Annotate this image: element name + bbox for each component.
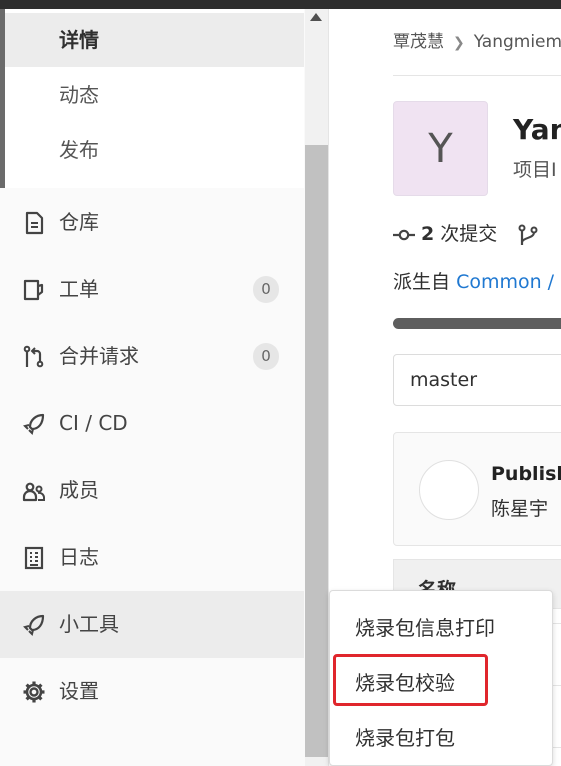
branch-select[interactable]: master [393, 354, 561, 406]
forked-from-label: 派生自 [393, 271, 451, 293]
sidebar-item-label: 合并请求 [59, 344, 139, 368]
project-id-label: 项目I [513, 159, 557, 181]
users-icon [22, 482, 45, 502]
log-icon [24, 546, 44, 570]
scroll-up-arrow-icon[interactable] [310, 13, 322, 21]
sidebar-item-merge-requests[interactable]: 合并请求 0 [0, 323, 304, 390]
sidebar-item-label: 日志 [59, 545, 99, 569]
rocket-icon [23, 614, 45, 636]
project-sub-nav: 详情 动态 发布 [0, 9, 304, 188]
sidebar-item-ci-cd[interactable]: CI / CD [0, 390, 304, 457]
gear-icon [23, 681, 45, 703]
forked-from: 派生自 Common / [393, 267, 554, 294]
breadcrumb-project[interactable]: Yangmiem [474, 32, 561, 52]
breadcrumb: 覃茂慧 ❯ Yangmiem [393, 27, 561, 52]
highlight-box [333, 654, 488, 706]
sidebar-item-repository[interactable]: 仓库 [0, 189, 304, 256]
chevron-right-icon: ❯ [453, 35, 465, 51]
commit-title[interactable]: Publish [491, 463, 561, 485]
sub-nav-activity[interactable]: 动态 [5, 68, 304, 122]
sidebar-scrollbar-thumb[interactable] [305, 145, 328, 757]
document-icon [25, 211, 44, 235]
sidebar-item-label: 小工具 [59, 612, 119, 636]
issues-count-badge: 0 [253, 276, 279, 303]
sidebar-item-log[interactable]: 日志 [0, 524, 304, 591]
sidebar-item-members[interactable]: 成员 [0, 457, 304, 524]
commit-author-avatar[interactable] [419, 460, 479, 520]
project-stats: 2 次提交 [393, 219, 539, 246]
menu-item-burn-package-info-print[interactable]: 烧录包信息打印 [355, 612, 495, 641]
sidebar-item-settings[interactable]: 设置 [0, 658, 304, 725]
top-bar [0, 0, 561, 9]
project-avatar: Y [393, 101, 488, 196]
language-bar [393, 318, 561, 329]
commits-label[interactable]: 次提交 [440, 223, 497, 245]
issues-icon [23, 279, 44, 301]
menu-item-burn-package-pack[interactable]: 烧录包打包 [355, 722, 455, 751]
last-commit-box: Publish 陈星宇 [393, 432, 561, 546]
sidebar-item-label: 成员 [59, 478, 99, 502]
sub-nav-releases[interactable]: 发布 [5, 123, 304, 177]
forked-from-link[interactable]: Common / [456, 271, 554, 293]
merge-request-icon [23, 345, 44, 368]
divider [393, 75, 561, 76]
sidebar-item-label: 仓库 [59, 210, 99, 234]
sidebar-item-label: 工单 [59, 277, 99, 301]
project-title: Yan [513, 113, 561, 146]
sidebar-item-tools[interactable]: 小工具 [0, 591, 304, 658]
sub-nav-details[interactable]: 详情 [5, 13, 304, 67]
sidebar: 详情 动态 发布 仓库 工单 0 合并请求 0 CI / CD 成员 日志 小工… [0, 9, 329, 766]
rocket-icon [23, 413, 45, 435]
commits-count[interactable]: 2 [421, 223, 434, 245]
branch-icon [518, 224, 538, 245]
breadcrumb-namespace[interactable]: 覃茂慧 [393, 32, 444, 52]
commit-icon [393, 229, 415, 240]
merge-requests-count-badge: 0 [253, 343, 279, 370]
sidebar-item-label: CI / CD [59, 411, 128, 435]
sidebar-item-issues[interactable]: 工单 0 [0, 256, 304, 323]
commit-author[interactable]: 陈星宇 [491, 494, 548, 521]
sidebar-item-label: 设置 [59, 679, 99, 703]
